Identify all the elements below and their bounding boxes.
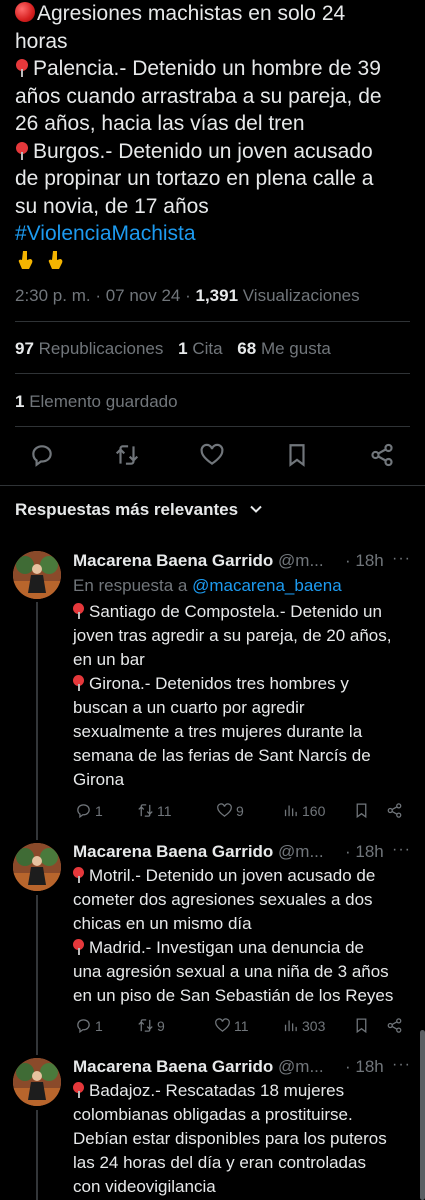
avatar[interactable] bbox=[13, 551, 61, 599]
pin-icon bbox=[73, 867, 85, 883]
tweet-metadata: 2:30 p. m. · 07 nov 24 · 1,391 Visualiza… bbox=[15, 286, 360, 306]
like-icon[interactable] bbox=[199, 442, 225, 468]
analytics-icon bbox=[284, 1020, 297, 1032]
share-icon[interactable] bbox=[369, 442, 395, 468]
avatar[interactable] bbox=[13, 1058, 61, 1106]
views-label: Visualizaciones bbox=[238, 286, 360, 305]
author-name[interactable]: Macarena Baena Garrido bbox=[73, 551, 273, 570]
analytics-icon bbox=[284, 805, 297, 817]
reply-icon[interactable] bbox=[29, 442, 55, 468]
quotes-stat[interactable]: 1 Cita bbox=[178, 339, 222, 358]
tweet-line: de propinar un tortazo en plena calle a bbox=[15, 167, 374, 190]
red-circle-icon bbox=[15, 2, 35, 22]
chevron-down-icon bbox=[250, 505, 262, 513]
replies-sort-label: Respuestas más relevantes bbox=[15, 500, 239, 519]
tweet-text: Agresiones machistas en solo 24 horas Pa… bbox=[15, 0, 415, 275]
more-icon[interactable]: ··· bbox=[392, 841, 411, 859]
like-button[interactable]: 11 bbox=[214, 1017, 249, 1034]
reply-button[interactable]: 1 bbox=[75, 1017, 103, 1034]
bookmarks-stat[interactable]: 1 Elemento guardado bbox=[15, 392, 178, 412]
repost-icon bbox=[138, 804, 153, 817]
like-button[interactable]: 9 bbox=[216, 802, 244, 819]
like-icon bbox=[215, 1018, 230, 1032]
bookmark-button[interactable] bbox=[353, 1017, 370, 1034]
author-name[interactable]: Macarena Baena Garrido bbox=[73, 1057, 273, 1076]
reply-time: · 18h bbox=[345, 1057, 384, 1076]
reply-button[interactable]: 1 bbox=[75, 802, 103, 819]
views-button[interactable]: 303 bbox=[282, 1017, 325, 1034]
reply-header: Macarena Baena Garrido @m... bbox=[73, 842, 324, 862]
share-icon bbox=[387, 1018, 402, 1033]
avatar[interactable] bbox=[13, 843, 61, 891]
tweet-timestamp[interactable]: 2:30 p. m. · 07 nov 24 · bbox=[15, 286, 195, 305]
reply-header: Macarena Baena Garrido @m... bbox=[73, 1057, 324, 1077]
pointing-hands-emoji bbox=[15, 248, 415, 276]
tweet-line: 26 años, hacia las vías del tren bbox=[15, 112, 305, 135]
pointing-down-icon bbox=[18, 250, 33, 269]
bookmark-button[interactable] bbox=[353, 802, 370, 819]
divider bbox=[0, 485, 425, 486]
bookmark-icon[interactable] bbox=[284, 442, 310, 468]
reply-text: Santiago de Compostela.- Detenido un jov… bbox=[73, 602, 392, 789]
scrollbar[interactable] bbox=[420, 1030, 425, 1200]
pin-icon bbox=[73, 675, 85, 691]
replies-sort-dropdown[interactable]: Respuestas más relevantes bbox=[15, 500, 263, 520]
reply-time: · 18h bbox=[345, 551, 384, 570]
reply-icon bbox=[77, 804, 90, 819]
reply-time: · 18h bbox=[345, 842, 384, 861]
bookmark-icon bbox=[356, 1018, 367, 1034]
pin-icon bbox=[73, 939, 85, 955]
reply-text: Motril.- Detenido un joven acusado de co… bbox=[73, 866, 394, 1005]
in-reply-to: En respuesta a @macarena_baena bbox=[73, 576, 342, 595]
thread-line bbox=[36, 602, 38, 840]
divider bbox=[15, 426, 410, 427]
pin-icon bbox=[73, 1082, 85, 1098]
hashtag-link[interactable]: #ViolenciaMachista bbox=[15, 222, 196, 245]
likes-stat[interactable]: 68 Me gusta bbox=[237, 339, 331, 358]
tweet-line: años cuando arrastraba a su pareja, de bbox=[15, 84, 382, 108]
pin-icon bbox=[15, 141, 29, 160]
reposts-stat[interactable]: 97 Republicaciones bbox=[15, 339, 163, 358]
mention-link[interactable]: @macarena_baena bbox=[192, 576, 342, 595]
author-name[interactable]: Macarena Baena Garrido bbox=[73, 842, 273, 861]
repost-button[interactable]: 11 bbox=[137, 802, 172, 819]
thread-line bbox=[36, 1110, 38, 1200]
tweet-line: su novia, de 17 años bbox=[15, 194, 209, 218]
views-count: 1,391 bbox=[195, 286, 239, 305]
repost-icon[interactable] bbox=[114, 442, 140, 468]
tweet-line: Burgos.- Detenido un joven acusado bbox=[33, 139, 373, 163]
share-button[interactable] bbox=[386, 802, 403, 819]
views-button[interactable]: 160 bbox=[282, 802, 325, 819]
tweet-line: Agresiones machistas en solo 24 bbox=[37, 2, 346, 25]
tweet-stats: 97 Republicaciones 1 Cita 68 Me gusta bbox=[15, 339, 331, 359]
repost-button[interactable]: 9 bbox=[137, 1017, 165, 1034]
divider bbox=[15, 321, 410, 322]
author-handle[interactable]: @m... bbox=[273, 1057, 324, 1076]
like-icon bbox=[217, 803, 232, 817]
pin-icon bbox=[15, 59, 29, 77]
tweet-line: horas bbox=[15, 29, 68, 53]
tweet-line: Palencia.- Detenido un hombre de 39 bbox=[33, 57, 381, 80]
repost-icon bbox=[138, 1019, 153, 1032]
thread-line bbox=[36, 895, 38, 1055]
reply-text: Badajoz.- Rescatadas 18 mujeres colombia… bbox=[73, 1081, 387, 1196]
reply-header: Macarena Baena Garrido @m... bbox=[73, 551, 324, 571]
pointing-down-icon bbox=[48, 250, 63, 269]
pin-icon bbox=[73, 603, 85, 619]
more-icon[interactable]: ··· bbox=[392, 550, 411, 568]
reply-icon bbox=[77, 1019, 90, 1034]
author-handle[interactable]: @m... bbox=[273, 551, 324, 570]
bookmark-icon bbox=[356, 803, 367, 819]
share-button[interactable] bbox=[386, 1017, 403, 1034]
share-icon bbox=[387, 803, 402, 818]
divider bbox=[15, 373, 410, 374]
author-handle[interactable]: @m... bbox=[273, 842, 324, 861]
more-icon[interactable]: ··· bbox=[392, 1056, 411, 1074]
